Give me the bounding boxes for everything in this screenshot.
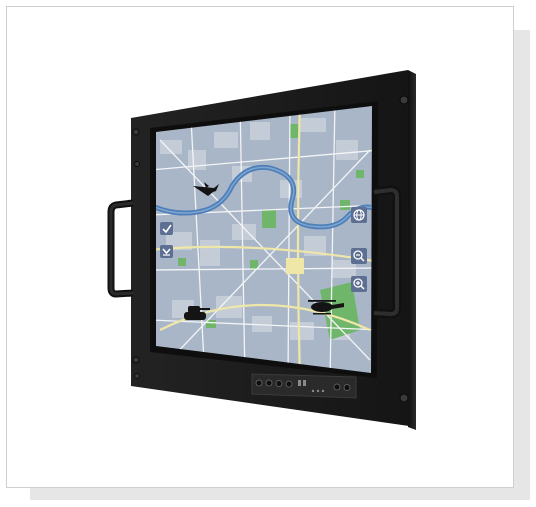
down-icon[interactable] (285, 380, 293, 388)
globe-icon[interactable] (351, 207, 367, 223)
auto-icon[interactable] (343, 384, 351, 391)
menu-icon[interactable] (265, 379, 273, 387)
screw (399, 393, 409, 403)
checkmark-icon[interactable] (160, 222, 173, 235)
screw (132, 356, 140, 364)
power-icon[interactable] (255, 379, 263, 387)
map-controls-right (351, 207, 367, 292)
zoom-in-icon[interactable] (351, 276, 367, 292)
zoom-out-icon[interactable] (351, 248, 367, 264)
hardware-control-panel (251, 373, 357, 399)
chassis-side (408, 70, 416, 430)
monitor-scene (107, 70, 416, 430)
up-icon[interactable] (275, 380, 283, 387)
map-screen[interactable] (150, 100, 380, 380)
city-center (286, 258, 304, 274)
screw (134, 161, 140, 167)
brightness-icon[interactable] (333, 383, 341, 391)
screw (134, 373, 140, 379)
screw (399, 95, 409, 105)
screw (132, 128, 140, 136)
left-handle[interactable] (107, 199, 134, 298)
chevron-down-icon[interactable] (160, 245, 173, 258)
